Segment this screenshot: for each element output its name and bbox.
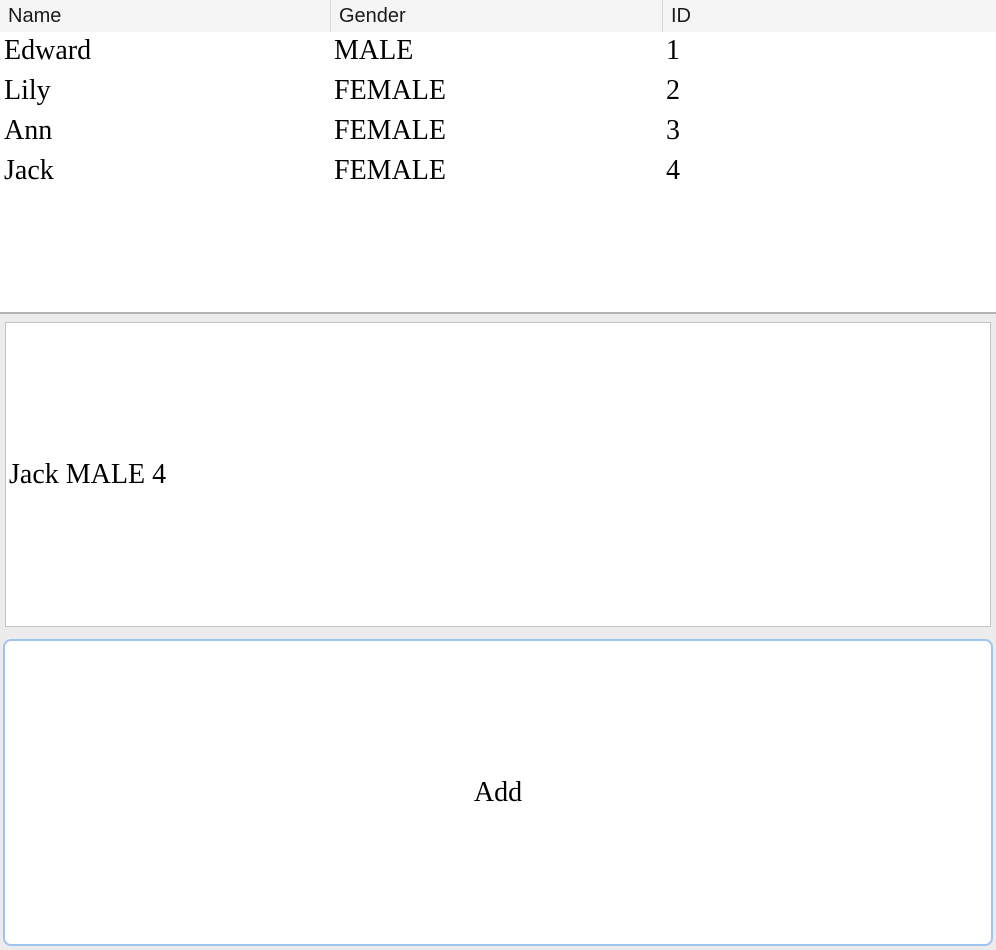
cell-gender: FEMALE (334, 155, 446, 186)
cell-gender: FEMALE (334, 115, 446, 146)
cell-name: Ann (4, 115, 53, 146)
cell-name: Jack (4, 155, 54, 186)
cell-gender: MALE (334, 35, 414, 66)
table-row[interactable]: Jack FEMALE 4 (0, 152, 996, 192)
column-header-id[interactable]: ID (662, 0, 996, 32)
table-body: Edward MALE 1 Lily FEMALE 2 Ann FEMALE 3… (0, 32, 996, 192)
table-row[interactable]: Ann FEMALE 3 (0, 112, 996, 152)
cell-gender: FEMALE (334, 75, 446, 106)
add-button[interactable]: Add (3, 639, 993, 946)
table-header: Name Gender ID (0, 0, 996, 32)
table-row[interactable]: Lily FEMALE 2 (0, 72, 996, 112)
selection-display-text: Jack MALE 4 (9, 459, 167, 490)
selection-display: Jack MALE 4 (5, 322, 991, 627)
cell-name: Lily (4, 75, 51, 106)
column-header-name[interactable]: Name (0, 0, 330, 32)
split-divider[interactable] (0, 312, 996, 314)
table-row[interactable]: Edward MALE 1 (0, 32, 996, 72)
cell-id: 1 (666, 35, 680, 66)
cell-id: 2 (666, 75, 680, 106)
cell-id: 3 (666, 115, 680, 146)
cell-id: 4 (666, 155, 680, 186)
people-table[interactable]: Name Gender ID Edward MALE 1 Lily FEMALE… (0, 0, 996, 313)
app-window: Name Gender ID Edward MALE 1 Lily FEMALE… (0, 0, 996, 950)
add-button-label: Add (473, 776, 523, 808)
cell-name: Edward (4, 35, 92, 66)
column-header-gender[interactable]: Gender (330, 0, 662, 32)
